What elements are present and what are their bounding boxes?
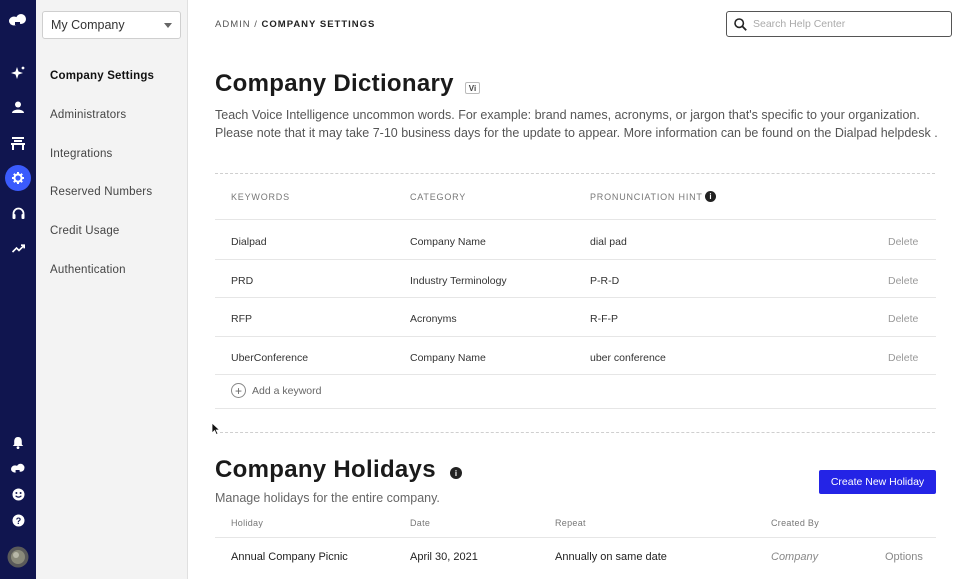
gear-icon[interactable]: [0, 165, 36, 191]
category-cell: Company Name: [410, 236, 486, 248]
hint-cell: R-F-P: [590, 313, 618, 325]
dictionary-title: Company Dictionary: [215, 70, 454, 97]
divider: [215, 537, 936, 538]
holiday-date-cell: April 30, 2021: [410, 551, 478, 563]
create-new-holiday-button[interactable]: Create New Holiday: [819, 470, 936, 494]
sidebar-item-integrations[interactable]: Integrations: [50, 148, 113, 160]
category-cell: Industry Terminology: [410, 275, 507, 287]
sidebar-item-credit-usage[interactable]: Credit Usage: [50, 225, 120, 237]
column-header-holiday: Holiday: [231, 518, 264, 528]
trending-icon[interactable]: [0, 235, 36, 261]
sparkle-icon[interactable]: [0, 60, 36, 86]
dialpad-small-icon[interactable]: [0, 455, 36, 481]
column-header-date: Date: [410, 518, 431, 528]
help-icon[interactable]: ?: [0, 507, 36, 533]
divider: [215, 173, 935, 174]
options-button[interactable]: Options: [885, 551, 923, 563]
column-header-repeat: Repeat: [555, 518, 586, 528]
keyword-cell: RFP: [231, 313, 252, 325]
search-box[interactable]: [726, 11, 952, 37]
divider: [215, 219, 936, 220]
sidebar-item-company-settings[interactable]: Company Settings: [50, 70, 154, 82]
chevron-down-icon: [164, 23, 172, 28]
sidebar-item-authentication[interactable]: Authentication: [50, 264, 126, 276]
bell-icon[interactable]: [0, 429, 36, 455]
plus-circle-icon: +: [231, 383, 246, 398]
delete-button[interactable]: Delete: [888, 275, 918, 287]
breadcrumb: ADMIN / COMPANY SETTINGS: [215, 19, 375, 30]
holidays-title: Company Holidays: [215, 456, 436, 483]
hint-cell: P-R-D: [590, 275, 620, 287]
holiday-name-cell: Annual Company Picnic: [231, 551, 348, 563]
user-icon[interactable]: [0, 94, 36, 120]
category-cell: Acronyms: [410, 313, 457, 325]
column-header-pronunciation-hint: PRONUNCIATION HINT: [590, 192, 703, 202]
mouse-cursor-icon: [211, 422, 221, 436]
main-content: ADMIN / COMPANY SETTINGS Company Diction…: [188, 0, 960, 579]
delete-button[interactable]: Delete: [888, 352, 918, 364]
delete-button[interactable]: Delete: [888, 236, 918, 248]
search-icon: [734, 17, 747, 31]
divider: [215, 374, 936, 375]
company-select-value: My Company: [51, 18, 125, 32]
search-input[interactable]: [753, 18, 943, 30]
keyword-cell: PRD: [231, 275, 254, 287]
info-icon[interactable]: i: [450, 467, 462, 479]
hint-cell: uber conference: [590, 352, 666, 364]
add-keyword-label: Add a keyword: [252, 384, 322, 397]
office-icon[interactable]: [0, 130, 36, 156]
vi-badge: Vi: [465, 82, 480, 94]
sidebar-item-reserved-numbers[interactable]: Reserved Numbers: [50, 186, 152, 198]
hint-cell: dial pad: [590, 236, 627, 248]
divider: [215, 297, 936, 298]
holiday-created-by-cell: Company: [771, 551, 819, 563]
company-select[interactable]: My Company: [42, 11, 181, 39]
divider: [215, 408, 936, 409]
dictionary-description: Teach Voice Intelligence uncommon words.…: [215, 108, 938, 140]
delete-button[interactable]: Delete: [888, 313, 918, 325]
column-header-category: CATEGORY: [410, 192, 467, 202]
settings-sidebar: My Company Company Settings Administrato…: [36, 0, 188, 579]
info-icon[interactable]: i: [705, 191, 716, 202]
breadcrumb-current: COMPANY SETTINGS: [261, 19, 376, 30]
column-header-keywords: KEYWORDS: [231, 192, 290, 202]
holiday-repeat-cell: Annually on same date: [555, 551, 667, 563]
app-rail: ?: [0, 0, 36, 579]
sidebar-item-administrators[interactable]: Administrators: [50, 109, 126, 121]
dialpad-logo-icon[interactable]: [0, 7, 36, 33]
divider: [215, 432, 935, 433]
svg-text:?: ?: [15, 515, 21, 525]
add-keyword-button[interactable]: + Add a keyword: [231, 383, 321, 398]
keyword-cell: UberConference: [231, 352, 309, 364]
divider: [215, 259, 936, 260]
breadcrumb-parent[interactable]: ADMIN /: [215, 19, 258, 30]
avatar-icon[interactable]: [0, 544, 36, 570]
headset-icon[interactable]: [0, 200, 36, 226]
divider: [215, 336, 936, 337]
column-header-created-by: Created By: [771, 518, 820, 528]
smiley-icon[interactable]: [0, 481, 36, 507]
keyword-cell: Dialpad: [231, 236, 267, 248]
category-cell: Company Name: [410, 352, 486, 364]
holidays-subtitle: Manage holidays for the entire company.: [215, 491, 440, 505]
